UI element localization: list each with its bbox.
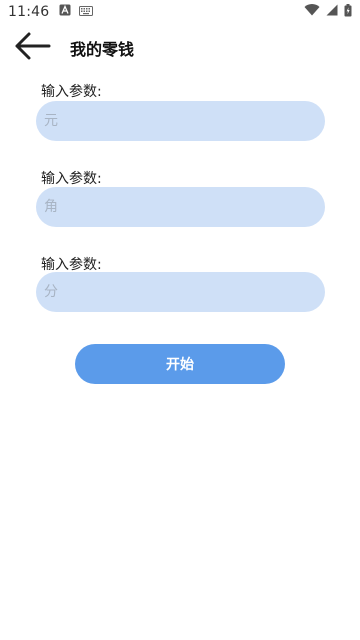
page-title: 我的零钱: [70, 40, 135, 59]
battery-icon: [344, 3, 352, 21]
fen-input[interactable]: [36, 272, 325, 312]
status-left-icons: [59, 4, 94, 20]
input-label-jiao: 输入参数:: [41, 171, 102, 187]
yuan-input[interactable]: [36, 101, 325, 141]
input-label-yuan: 输入参数:: [41, 84, 102, 100]
back-button[interactable]: [4, 24, 60, 72]
input-label-fen: 输入参数:: [41, 257, 102, 273]
status-time: 11:46: [8, 4, 50, 20]
jiao-input[interactable]: [36, 187, 325, 227]
a-notification-icon: [59, 4, 71, 20]
signal-icon: [326, 4, 338, 20]
arrow-left-icon: [13, 31, 51, 65]
status-bar: 11:46: [0, 0, 360, 24]
keyboard-icon: [79, 4, 94, 20]
start-button[interactable]: 开始: [75, 344, 285, 384]
status-right-icons: [304, 3, 352, 21]
app-bar: 我的零钱: [0, 24, 360, 72]
wifi-icon: [304, 4, 320, 20]
